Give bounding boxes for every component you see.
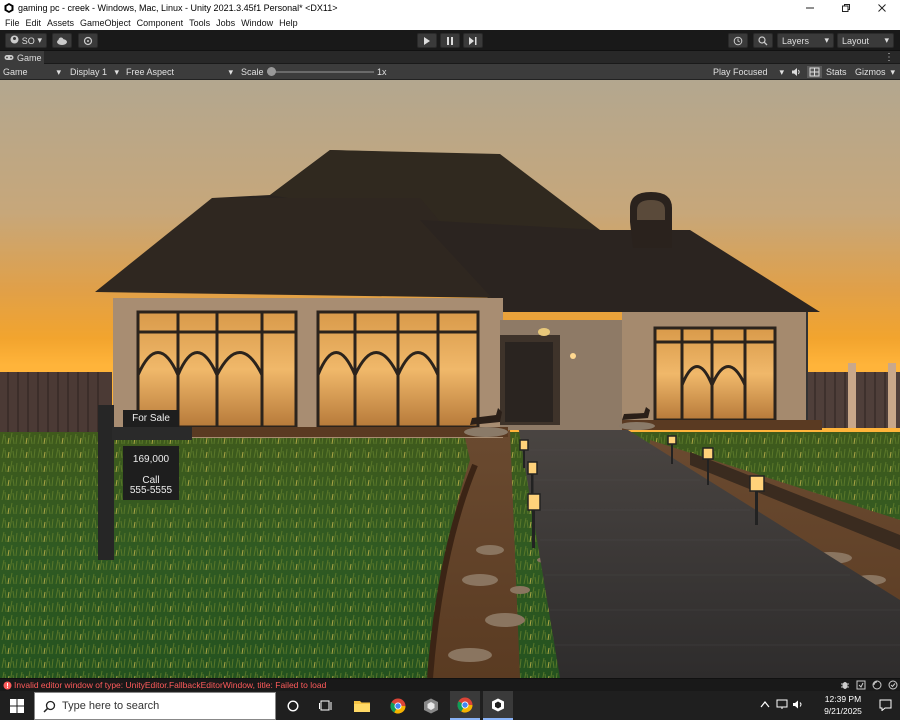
tab-strip: Game ⋮ [0,51,900,64]
restore-icon[interactable] [828,0,864,16]
stats-toggle[interactable]: Stats [826,64,847,80]
console-status-bar[interactable]: Invalid editor window of type: UnityEdit… [0,678,900,691]
console-error-message: Invalid editor window of type: UnityEdit… [14,680,327,690]
chevron-down-icon: ▾ [56,66,61,77]
scale-value: 1x [377,67,387,77]
chevron-down-icon: ▾ [779,66,784,77]
search-placeholder: Type here to search [62,700,160,712]
tab-game[interactable]: Game [0,51,44,64]
error-icon [3,681,12,690]
task-view-icon[interactable] [311,691,341,720]
game-mode-dropdown[interactable]: Game ▾ [0,65,64,79]
unity-editor-icon[interactable] [483,691,513,720]
bug-icon[interactable] [840,680,850,692]
layers-dropdown[interactable]: Layers ▾ [777,33,834,48]
chrome-active-icon[interactable] [450,691,480,720]
cortana-icon[interactable] [278,691,308,720]
menu-bar: File Edit Assets GameObject Component To… [0,16,900,30]
gizmos-label: Gizmos [855,67,886,77]
step-button[interactable] [463,33,483,48]
sign-title: For Sale [132,413,170,424]
chevron-down-icon: ▾ [114,66,119,77]
play-focused-label: Play Focused [713,67,768,77]
notification-icon[interactable] [879,699,892,713]
chrome-icon[interactable] [383,691,413,720]
unity-editor-window: gaming pc - creek - Windows, Mac, Linux … [0,0,900,720]
menu-edit[interactable]: Edit [26,18,42,28]
game-mode-label: Game [3,67,28,77]
minimize-icon[interactable] [792,0,828,16]
menu-tools[interactable]: Tools [189,18,210,28]
menu-help[interactable]: Help [279,18,298,28]
layout-label: Layout [842,35,870,46]
clock-time: 12:39 PM [824,694,862,704]
window-title: gaming pc - creek - Windows, Mac, Linux … [18,3,338,13]
taskbar-clock[interactable]: 12:39 PM 9/21/2025 [818,693,868,717]
menu-file[interactable]: File [5,18,20,28]
fence-left [0,372,112,434]
account-dropdown[interactable]: SO ▾ [5,33,47,48]
gamepad-icon [4,53,14,63]
file-explorer-icon[interactable] [347,691,377,720]
windows-taskbar: Type here to search 12:39 PM 9/21/2025 [0,691,900,720]
account-label: SO [21,35,35,46]
menu-assets[interactable]: Assets [47,18,74,28]
display-label: Display 1 [70,67,108,77]
title-bar: gaming pc - creek - Windows, Mac, Linux … [0,0,900,16]
chevron-down-icon: ▾ [890,66,895,77]
resolution-grid-icon[interactable] [807,66,822,78]
play-focused-dropdown[interactable]: Play Focused ▾ [710,65,787,79]
progress-check-icon[interactable] [888,680,898,692]
aspect-dropdown[interactable]: Free Aspect ▾ [123,65,236,79]
unity-logo-icon [3,3,14,14]
close-icon[interactable] [864,0,900,16]
menu-gameobject[interactable]: GameObject [80,18,131,28]
sign-price: 169,000 [132,454,170,465]
menu-window[interactable]: Window [241,18,273,28]
tab-game-label: Game [17,52,42,63]
network-icon[interactable] [776,699,788,712]
game-render [0,80,900,678]
display-dropdown[interactable]: Display 1 ▾ [67,65,122,79]
system-tray: 12:39 PM 9/21/2025 [760,691,900,720]
play-button[interactable] [417,33,437,48]
search-icon[interactable] [753,33,773,48]
sign-phone: 555-5555 [129,485,173,496]
game-viewport[interactable]: For Sale 169,000 Call 555-5555 [0,80,900,678]
scale-slider-handle[interactable] [267,67,276,76]
cache-icon[interactable] [856,680,866,692]
kebab-menu-icon[interactable]: ⋮ [884,51,894,64]
lighting-icon[interactable] [872,680,882,692]
history-icon[interactable] [728,33,748,48]
gizmos-dropdown[interactable]: Gizmos ▾ [852,65,898,79]
chevron-down-icon: ▾ [37,35,42,45]
layout-dropdown[interactable]: Layout ▾ [837,33,894,48]
volume-icon[interactable] [792,699,804,712]
game-view-toolbar: Game ▾ Display 1 ▾ Free Aspect ▾ Scale 1… [0,64,900,80]
chevron-up-icon[interactable] [760,700,770,710]
chevron-down-icon: ▾ [884,35,889,45]
cloud-icon[interactable] [52,33,72,48]
collab-icon[interactable] [78,33,98,48]
menu-jobs[interactable]: Jobs [216,18,235,28]
scale-label: Scale [241,67,264,77]
account-icon [10,35,19,46]
pause-button[interactable] [440,33,460,48]
clock-date: 9/21/2025 [824,706,862,716]
unity-hub-icon[interactable] [416,691,446,720]
windows-start-icon[interactable] [2,691,32,720]
main-toolbar: SO ▾ Layers ▾ Layout ▾ [0,30,900,51]
search-icon [43,700,56,713]
menu-component[interactable]: Component [137,18,184,28]
taskbar-search-box[interactable]: Type here to search [34,692,276,720]
speaker-icon[interactable] [791,67,801,79]
chevron-down-icon: ▾ [824,35,829,45]
scale-slider-track[interactable] [267,71,374,73]
layers-label: Layers [782,35,810,46]
chevron-down-icon: ▾ [228,66,233,77]
aspect-label: Free Aspect [126,67,175,77]
